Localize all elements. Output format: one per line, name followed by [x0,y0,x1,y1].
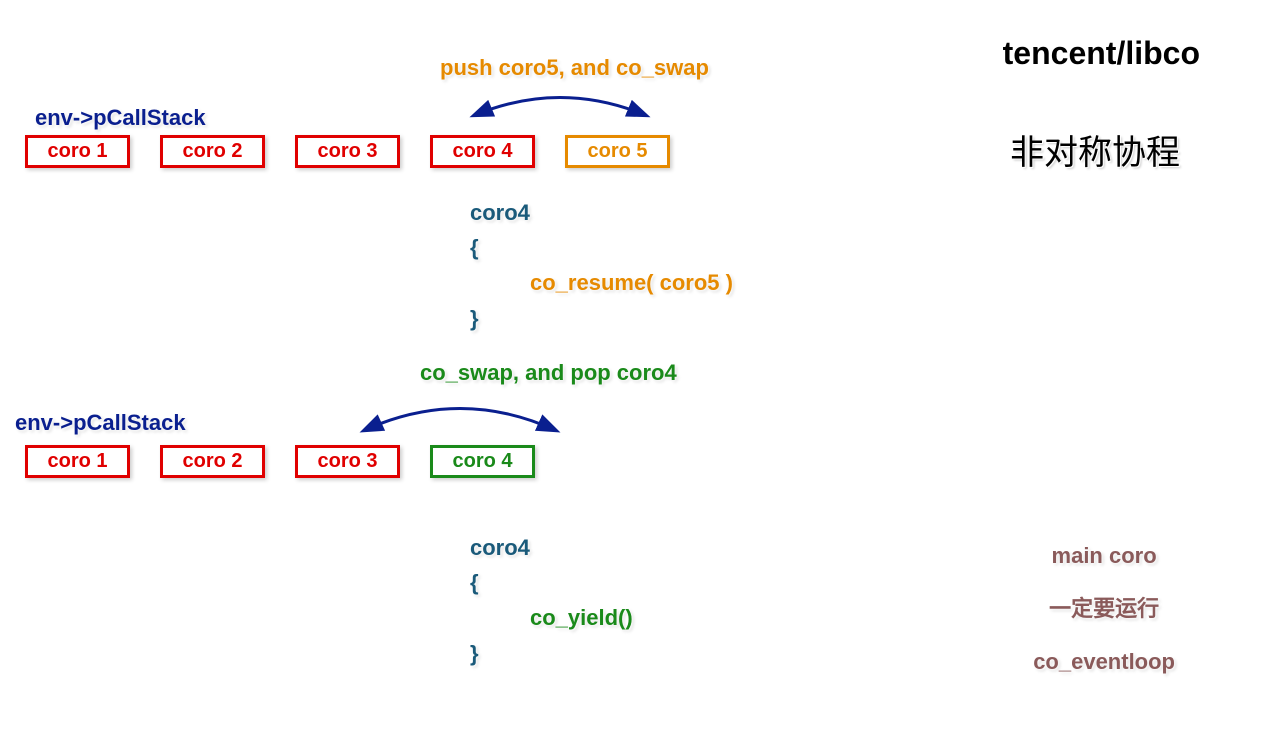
stack-box: coro 4 [430,445,535,478]
stack-box: coro 4 [430,135,535,168]
bottom-stack-row: coro 1 coro 2 coro 3 coro 4 [25,445,535,478]
top-swap-arrow-icon [460,85,660,125]
stack-box: coro 2 [160,445,265,478]
code-brace-open: { [470,565,633,600]
stack-box: coro 3 [295,135,400,168]
bottom-stack-label: env->pCallStack [15,410,186,436]
stack-box: coro 3 [295,445,400,478]
stack-box: coro 5 [565,135,670,168]
code-body: co_yield() [470,600,633,635]
code-brace-open: { [470,230,733,265]
top-action-label: push coro5, and co_swap [440,55,709,81]
stack-box: coro 1 [25,135,130,168]
code-fn-name: coro4 [470,530,633,565]
bottom-swap-arrow-icon [350,395,570,440]
footer-line: co_eventloop [1033,636,1175,689]
stack-box: coro 1 [25,445,130,478]
subtitle: 非对称协程 [1010,125,1180,174]
code-brace-close: } [470,301,733,336]
project-title: tencent/libco [1003,35,1200,72]
footer-line: 一定要运行 [1033,583,1175,636]
footer-block: main coro 一定要运行 co_eventloop [1033,530,1175,688]
code-brace-close: } [470,636,633,671]
top-stack-row: coro 1 coro 2 coro 3 coro 4 coro 5 [25,135,670,168]
stack-box: coro 2 [160,135,265,168]
bottom-action-label: co_swap, and pop coro4 [420,360,677,386]
top-code-block: coro4 { co_resume( coro5 ) } [470,195,733,336]
code-fn-name: coro4 [470,195,733,230]
top-stack-label: env->pCallStack [35,105,206,131]
footer-line: main coro [1033,530,1175,583]
bottom-code-block: coro4 { co_yield() } [470,530,633,671]
code-body: co_resume( coro5 ) [470,265,733,300]
